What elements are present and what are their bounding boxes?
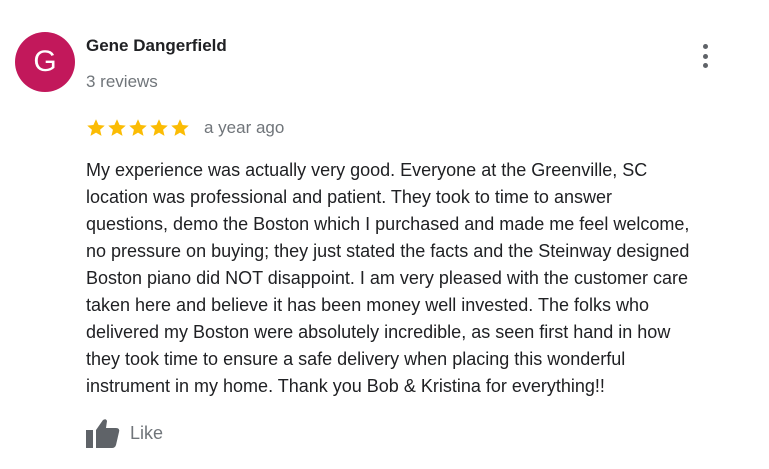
star-icon <box>129 119 147 136</box>
rating-row: a year ago <box>86 115 284 141</box>
star-icon <box>171 119 189 136</box>
avatar-initial: G <box>33 45 57 78</box>
review-date: a year ago <box>204 118 285 137</box>
review-count: 3 reviews <box>86 72 158 91</box>
star-icon <box>108 119 126 136</box>
more-options-button[interactable] <box>696 42 714 70</box>
avatar[interactable]: G <box>15 32 75 92</box>
like-label: Like <box>130 422 164 443</box>
reviewer-name[interactable]: Gene Dangerfield <box>86 36 227 56</box>
review-text: My experience was actually very good. Ev… <box>86 160 690 396</box>
thumb-up-icon <box>86 419 120 448</box>
star-icon <box>87 119 105 136</box>
star-rating <box>86 118 190 138</box>
like-button[interactable]: Like <box>86 418 163 448</box>
more-vert-icon <box>702 44 708 49</box>
star-icon <box>150 119 168 136</box>
